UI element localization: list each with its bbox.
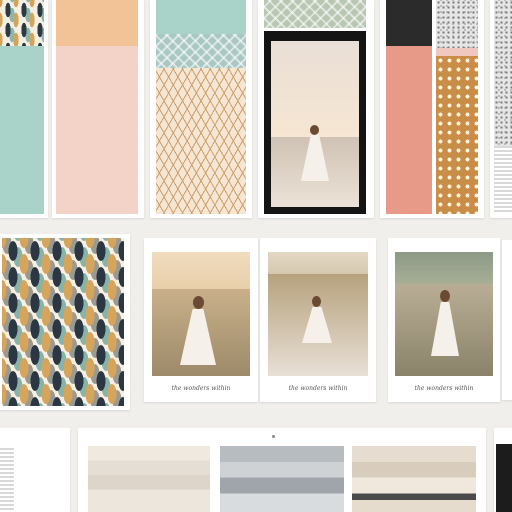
leaf-pattern-tile bbox=[0, 0, 44, 46]
lattice-pattern-tile bbox=[156, 68, 246, 214]
beach-photo bbox=[271, 41, 359, 207]
edge-speckle-tile bbox=[494, 0, 512, 146]
speckle-pattern-tile bbox=[436, 0, 478, 48]
photo-card-2[interactable]: the wonders within bbox=[260, 238, 376, 402]
photo-card-1-caption: the wonders within bbox=[171, 385, 231, 392]
middle-edge-card[interactable] bbox=[502, 240, 512, 400]
mint-swatch bbox=[0, 46, 44, 214]
edge-stripe-tile bbox=[494, 146, 512, 214]
photo-frame[interactable] bbox=[264, 31, 366, 214]
dune-path-photo bbox=[268, 252, 368, 376]
photo-card-2-caption: the wonders within bbox=[288, 385, 348, 392]
blush-band-swatch bbox=[436, 48, 478, 56]
leaf-pattern-large bbox=[2, 238, 124, 406]
meadow-photo-1 bbox=[152, 252, 250, 376]
sage-pattern-strip bbox=[264, 0, 366, 28]
zigzag-pattern-tile bbox=[156, 34, 246, 68]
photo-card-3-caption: the wonders within bbox=[414, 385, 474, 392]
linen-stack-1 bbox=[88, 446, 210, 512]
peach-swatch bbox=[56, 0, 138, 46]
photo-card-1[interactable]: the wonders within bbox=[144, 238, 258, 402]
grey-stripe-tile bbox=[0, 446, 14, 512]
black-edge-swatch bbox=[496, 444, 512, 512]
sand-stack bbox=[352, 446, 476, 512]
mint-header-swatch bbox=[156, 0, 246, 34]
meadow-photo-2 bbox=[395, 252, 493, 376]
photo-card-3[interactable]: the wonders within bbox=[388, 238, 500, 402]
charcoal-swatch bbox=[386, 0, 432, 46]
card-marker-dot bbox=[272, 435, 275, 438]
coral-swatch bbox=[386, 46, 432, 214]
blush-swatch bbox=[56, 46, 138, 214]
dots-pattern-tile bbox=[436, 56, 478, 214]
slate-stack bbox=[220, 446, 344, 512]
